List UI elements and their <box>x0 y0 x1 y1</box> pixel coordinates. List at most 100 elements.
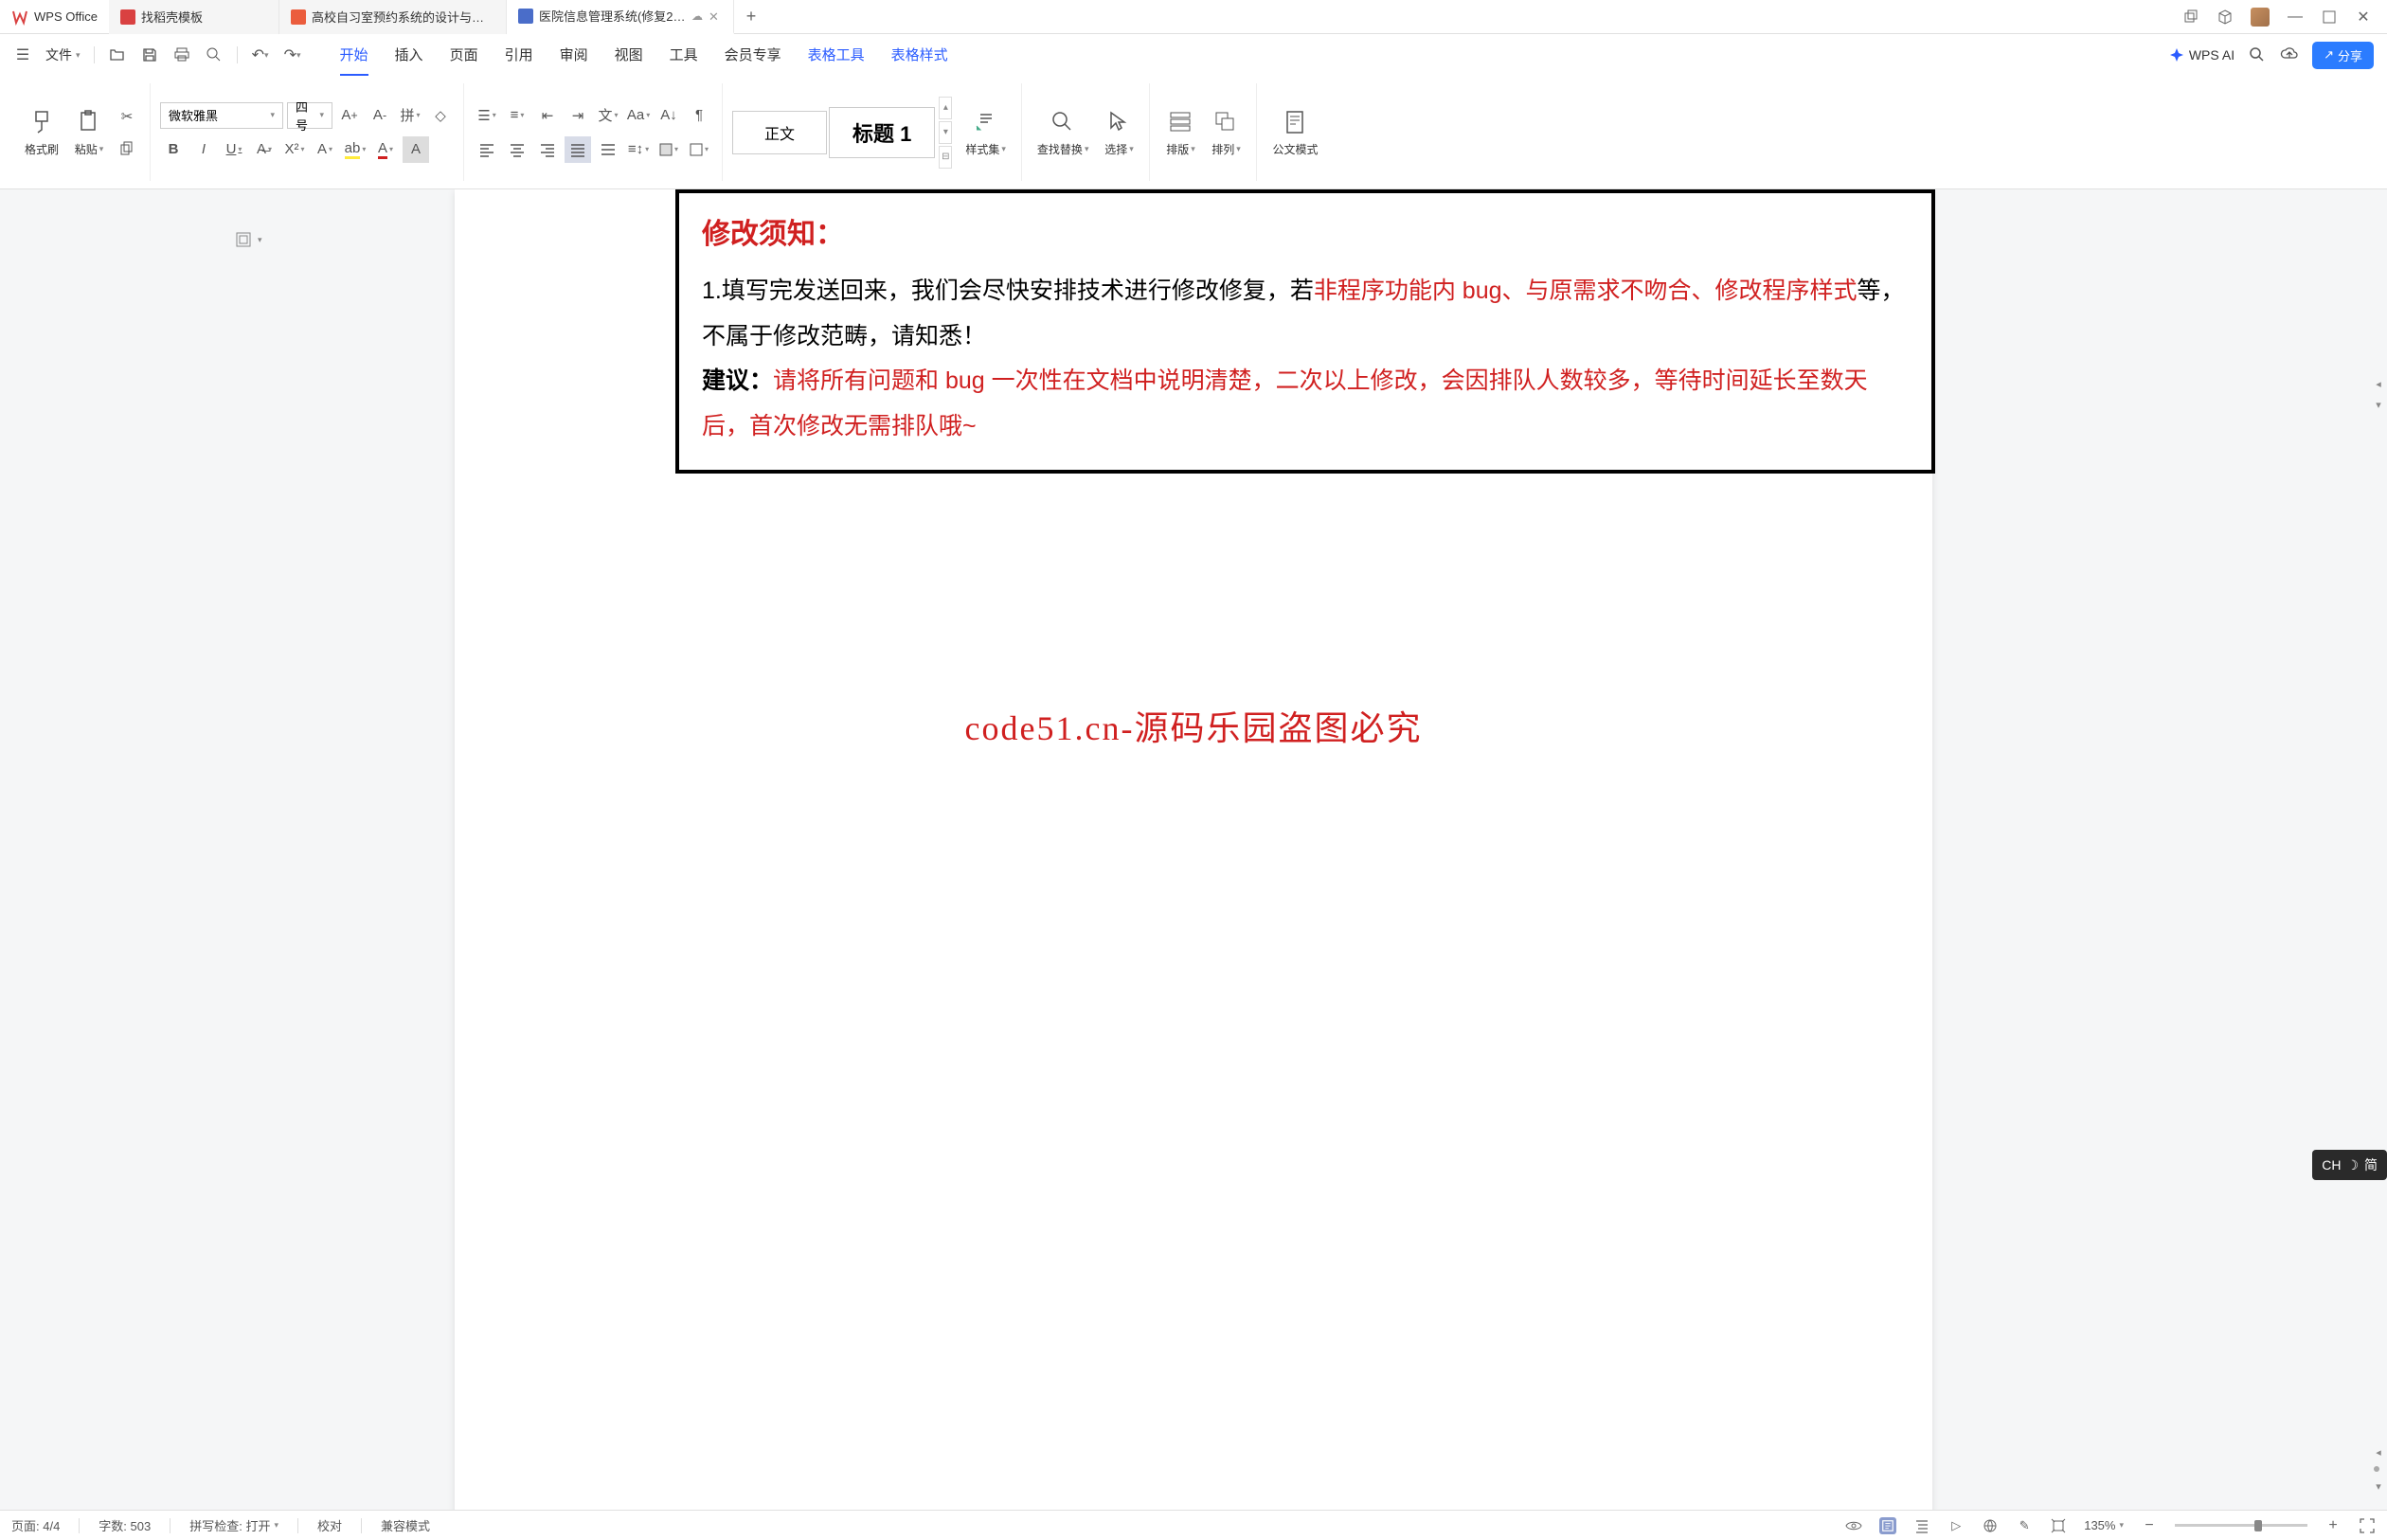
menu-tab-member[interactable]: 会员专享 <box>725 35 781 76</box>
char-shading-icon[interactable]: A <box>403 136 429 163</box>
user-avatar[interactable] <box>2251 8 2270 27</box>
scroll-down-arrow-icon[interactable]: ▾ <box>2374 400 2383 409</box>
share-button[interactable]: ↗ 分享 <box>2312 42 2374 69</box>
font-size-select[interactable]: 四号▾ <box>287 102 332 129</box>
style-expand-icon[interactable]: ⊟ <box>939 146 952 169</box>
margin-indicator[interactable]: ▾ <box>235 231 262 248</box>
maximize-icon[interactable] <box>2321 9 2338 26</box>
close-window-icon[interactable]: ✕ <box>2355 9 2372 26</box>
font-color-icon[interactable]: A <box>372 136 399 163</box>
cube-icon[interactable] <box>2216 9 2234 26</box>
format-painter-button[interactable]: 格式刷 <box>19 103 64 161</box>
close-icon[interactable]: ✕ <box>709 9 722 23</box>
increase-indent-icon[interactable]: ⇥ <box>565 102 591 129</box>
menu-tab-review[interactable]: 审阅 <box>560 35 588 76</box>
zoom-value[interactable]: 135% ▾ <box>2084 1518 2124 1532</box>
sort-icon[interactable]: A↓ <box>655 102 682 129</box>
pencil-icon[interactable]: ✎ <box>2016 1517 2033 1534</box>
decrease-indent-icon[interactable]: ⇤ <box>534 102 561 129</box>
eye-icon[interactable] <box>1845 1517 1862 1534</box>
app-logo[interactable]: WPS Office <box>0 9 109 26</box>
save-icon[interactable] <box>140 45 159 64</box>
outline-view-icon[interactable] <box>1913 1517 1930 1534</box>
copy-icon[interactable] <box>114 135 140 162</box>
redo-icon[interactable]: ↷▾ <box>283 45 302 64</box>
fit-page-icon[interactable] <box>2050 1517 2067 1534</box>
clear-format-icon[interactable]: ◇ <box>427 102 454 129</box>
menu-tab-start[interactable]: 开始 <box>340 35 368 76</box>
ime-badge[interactable]: CH ☽ 简 <box>2312 1150 2387 1180</box>
zoom-in-button[interactable]: + <box>2324 1517 2342 1534</box>
menu-tab-insert[interactable]: 插入 <box>395 35 423 76</box>
official-mode-button[interactable]: 公文模式 <box>1266 103 1323 161</box>
status-words[interactable]: 字数: 503 <box>99 1516 151 1534</box>
search-icon[interactable] <box>2248 45 2267 64</box>
bullets-icon[interactable]: ☰ <box>474 102 500 129</box>
align-right-icon[interactable] <box>534 136 561 163</box>
minimize-icon[interactable]: — <box>2287 9 2304 26</box>
strikethrough-icon[interactable]: A̶ <box>251 136 278 163</box>
scroll-option-icon[interactable]: ◂ <box>2374 379 2383 388</box>
align-center-icon[interactable] <box>504 136 530 163</box>
style-title1[interactable]: 标题 1 <box>829 107 935 158</box>
print-icon[interactable] <box>172 45 191 64</box>
page-down-icon[interactable]: ▾ <box>2374 1481 2383 1491</box>
style-up-icon[interactable]: ▴ <box>939 97 952 119</box>
menu-tab-tools[interactable]: 工具 <box>670 35 698 76</box>
menu-tab-page[interactable]: 页面 <box>450 35 478 76</box>
page-option-icon[interactable]: ◂ <box>2374 1447 2383 1457</box>
status-proofread[interactable]: 校对 <box>317 1516 342 1534</box>
borders-icon[interactable] <box>686 136 712 163</box>
style-down-icon[interactable]: ▾ <box>939 121 952 144</box>
tab-docer[interactable]: 找稻壳模板 <box>109 0 279 34</box>
new-tab-button[interactable]: + <box>734 0 768 34</box>
cloud-upload-icon[interactable] <box>2280 45 2299 64</box>
superscript-icon[interactable]: X² <box>281 136 308 163</box>
tab-word-active[interactable]: 医院信息管理系统(修复2文档 ☁ ✕ <box>507 0 734 34</box>
text-effect-icon[interactable]: A <box>312 136 338 163</box>
line-spacing-icon[interactable]: ≡↕ <box>625 136 652 163</box>
align-justify-icon[interactable] <box>565 136 591 163</box>
decrease-font-icon[interactable]: A- <box>367 102 393 129</box>
style-set-button[interactable]: 样式集▾ <box>960 103 1012 161</box>
select-button[interactable]: 选择▾ <box>1098 103 1140 161</box>
status-page[interactable]: 页面: 4/4 <box>11 1516 60 1534</box>
document-page[interactable]: 修改须知： 1.填写完发送回来，我们会尽快安排技术进行修改修复，若非程序功能内 … <box>455 189 1932 1510</box>
cut-icon[interactable]: ✂ <box>114 103 140 130</box>
menu-tab-reference[interactable]: 引用 <box>505 35 533 76</box>
bold-icon[interactable]: B <box>160 136 187 163</box>
menu-tab-view[interactable]: 视图 <box>615 35 643 76</box>
change-case-icon[interactable]: 拼 <box>397 102 423 129</box>
menu-tab-table-style[interactable]: 表格样式 <box>891 35 948 76</box>
scroll-dot[interactable] <box>2374 1466 2379 1472</box>
wps-ai-button[interactable]: WPS AI <box>2169 47 2234 63</box>
layout-button[interactable]: 排版▾ <box>1159 103 1201 161</box>
status-compat[interactable]: 兼容模式 <box>381 1516 430 1534</box>
italic-icon[interactable]: I <box>190 136 217 163</box>
window-duplicate-icon[interactable] <box>2182 9 2199 26</box>
style-body[interactable]: 正文 <box>732 111 827 154</box>
zoom-thumb[interactable] <box>2254 1520 2262 1531</box>
align-distribute-icon[interactable] <box>595 136 621 163</box>
text-direction-icon[interactable]: 文 <box>595 102 621 129</box>
underline-icon[interactable]: U <box>221 136 247 163</box>
preview-icon[interactable] <box>205 45 224 64</box>
shading-icon[interactable] <box>655 136 682 163</box>
status-spellcheck[interactable]: 拼写检查: 打开 ▾ <box>189 1516 278 1534</box>
hamburger-icon[interactable]: ☰ <box>13 45 32 64</box>
reading-view-icon[interactable]: ▷ <box>1947 1517 1965 1534</box>
zoom-out-button[interactable]: − <box>2141 1517 2158 1534</box>
asian-layout-icon[interactable]: Aa <box>625 102 652 129</box>
find-replace-button[interactable]: 查找替换▾ <box>1032 103 1095 161</box>
increase-font-icon[interactable]: A+ <box>336 102 363 129</box>
numbering-icon[interactable]: ≡ <box>504 102 530 129</box>
tab-ppt[interactable]: 高校自习室预约系统的设计与实现.pp... <box>279 0 507 34</box>
file-menu[interactable]: 文件▾ <box>45 45 81 64</box>
open-icon[interactable] <box>108 45 127 64</box>
menu-tab-table-tools[interactable]: 表格工具 <box>808 35 865 76</box>
arrange-button[interactable]: 排列▾ <box>1205 103 1247 161</box>
align-left-icon[interactable] <box>474 136 500 163</box>
font-name-select[interactable]: 微软雅黑▾ <box>160 102 283 129</box>
zoom-slider[interactable] <box>2175 1524 2307 1527</box>
show-marks-icon[interactable]: ¶ <box>686 102 712 129</box>
